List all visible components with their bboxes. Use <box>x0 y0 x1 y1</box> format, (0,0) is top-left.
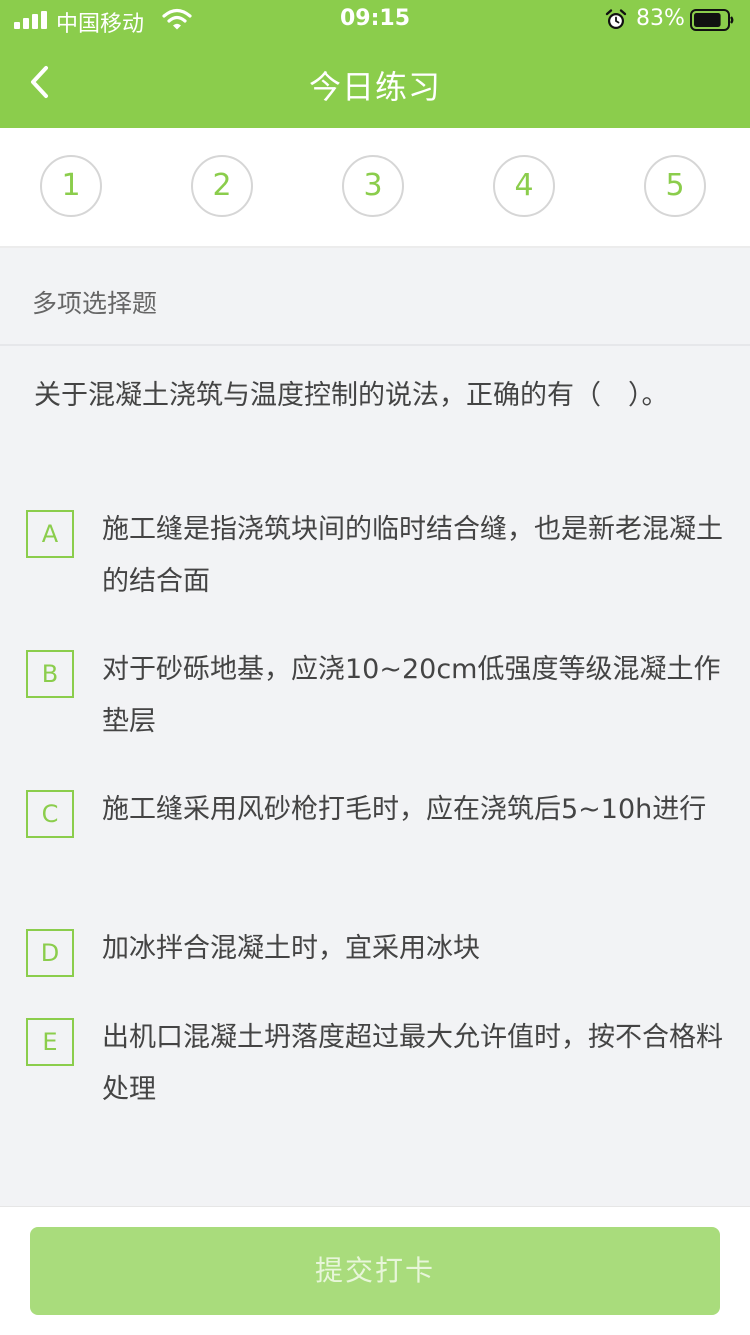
step-2[interactable]: 2 <box>191 155 253 217</box>
step-3[interactable]: 3 <box>342 155 404 217</box>
option-letter-badge[interactable]: E <box>26 1018 74 1066</box>
option-letter-badge[interactable]: A <box>26 510 74 558</box>
battery-icon <box>690 9 734 31</box>
step-4[interactable]: 4 <box>493 155 555 217</box>
question-type-row: 多项选择题 <box>0 248 750 346</box>
question-text: 关于混凝土浇筑与温度控制的说法，正确的有（ ）。 <box>34 380 669 411</box>
app-header: 中国移动 09:15 83% 今日练习 <box>0 0 750 128</box>
option-text: 出机口混凝土坍落度超过最大允许值时，按不合格料处理 <box>102 1022 723 1105</box>
option-letter-badge[interactable]: B <box>26 650 74 698</box>
option-text: 施工缝是指浇筑块间的临时结合缝，也是新老混凝土的结合面 <box>102 514 723 597</box>
nav-bar: 今日练习 <box>0 40 750 128</box>
question-step-indicator: 1 2 3 4 5 <box>0 128 750 248</box>
status-bar: 中国移动 09:15 83% <box>0 0 750 40</box>
option-text: 加冰拌合混凝土时，宜采用冰块 <box>102 933 480 964</box>
step-5[interactable]: 5 <box>644 155 706 217</box>
step-1[interactable]: 1 <box>40 155 102 217</box>
option-letter-badge[interactable]: D <box>26 929 74 977</box>
alarm-icon <box>605 9 627 29</box>
option-text: 对于砂砾地基，应浇10~20cm低强度等级混凝土作垫层 <box>102 654 721 737</box>
question-type-label: 多项选择题 <box>32 289 158 318</box>
footer-bar: 提交打卡 <box>0 1206 750 1335</box>
submit-checkin-button[interactable]: 提交打卡 <box>30 1227 720 1315</box>
option-letter-badge[interactable]: C <box>26 790 74 838</box>
option-text: 施工缝采用风砂枪打毛时，应在浇筑后5~10h进行 <box>102 794 707 825</box>
page-title: 今日练习 <box>308 68 441 106</box>
battery-percent: 83% <box>636 6 685 31</box>
